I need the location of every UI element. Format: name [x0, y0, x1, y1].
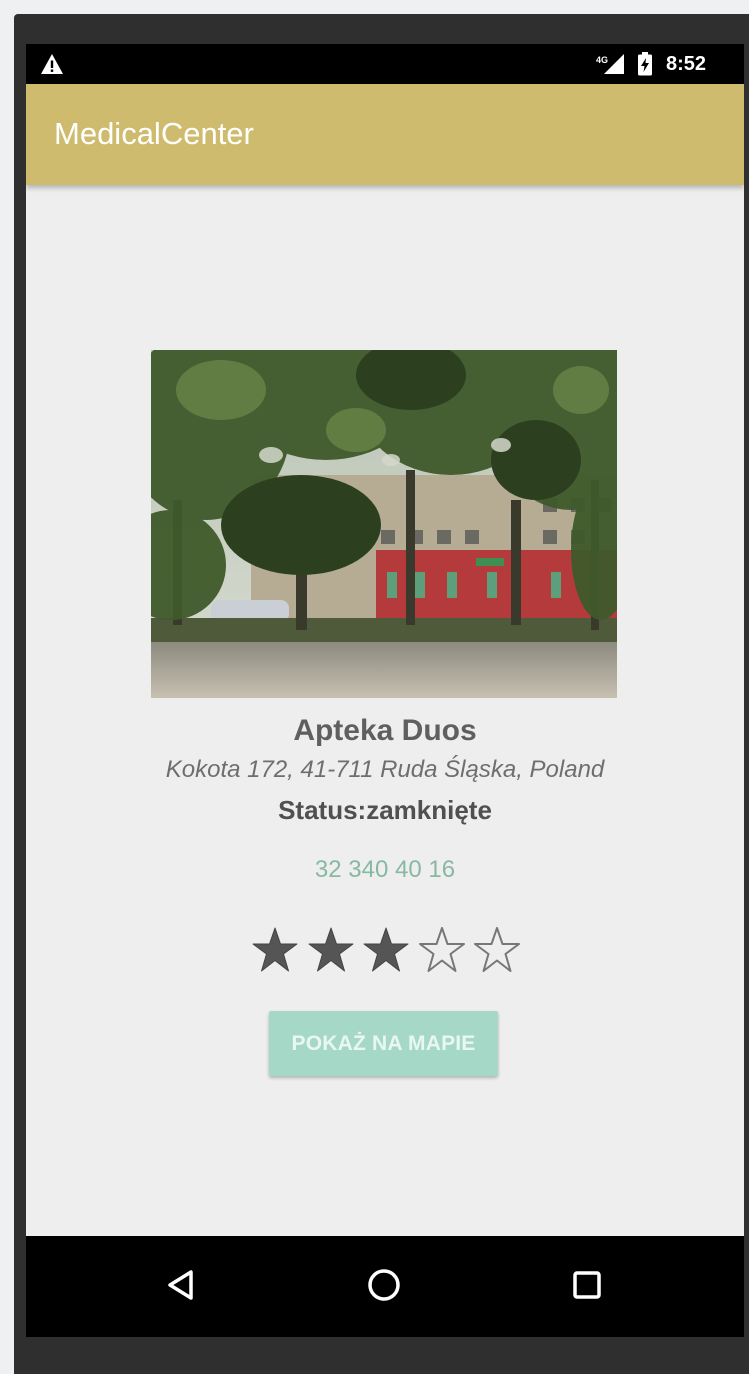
star-rating[interactable] — [251, 925, 521, 981]
warning-icon — [41, 54, 63, 74]
star-icon-1[interactable] — [251, 925, 299, 977]
star-icon-2[interactable] — [307, 925, 355, 977]
star-icon-5[interactable] — [473, 925, 521, 977]
phone-link[interactable]: 32 340 40 16 — [26, 855, 744, 885]
home-icon[interactable] — [366, 1267, 402, 1303]
star-icon-3[interactable] — [362, 925, 410, 977]
place-status: Status:zamknięte — [278, 795, 492, 825]
app-bar: MedicalCenter — [26, 84, 744, 185]
place-name: Apteka Duos — [293, 714, 477, 747]
recents-icon[interactable] — [571, 1269, 603, 1301]
status-bar: 4G 8:52 — [26, 44, 744, 84]
phone-screen: 4G 8:52 MedicalCenter Apteka Duos Kokota… — [26, 44, 744, 1337]
signal-icon: 4G — [596, 54, 624, 74]
show-on-map-button[interactable]: POKAŻ NA MAPIE — [269, 1011, 498, 1076]
app-title: MedicalCenter — [54, 116, 254, 151]
place-address: Kokota 172, 41-711 Ruda Śląska, Poland — [165, 756, 605, 783]
star-icon-4[interactable] — [418, 925, 466, 977]
status-clock: 8:52 — [666, 53, 707, 75]
place-photo — [151, 350, 617, 698]
device-frame: 4G 8:52 MedicalCenter Apteka Duos Kokota… — [14, 14, 749, 1374]
battery-icon — [638, 52, 652, 76]
back-icon[interactable] — [164, 1268, 198, 1302]
svg-text:4G: 4G — [596, 55, 608, 65]
place-details: Apteka Duos Kokota 172, 41-711 Ruda Śląs… — [26, 185, 744, 1236]
navigation-bar — [26, 1236, 744, 1337]
